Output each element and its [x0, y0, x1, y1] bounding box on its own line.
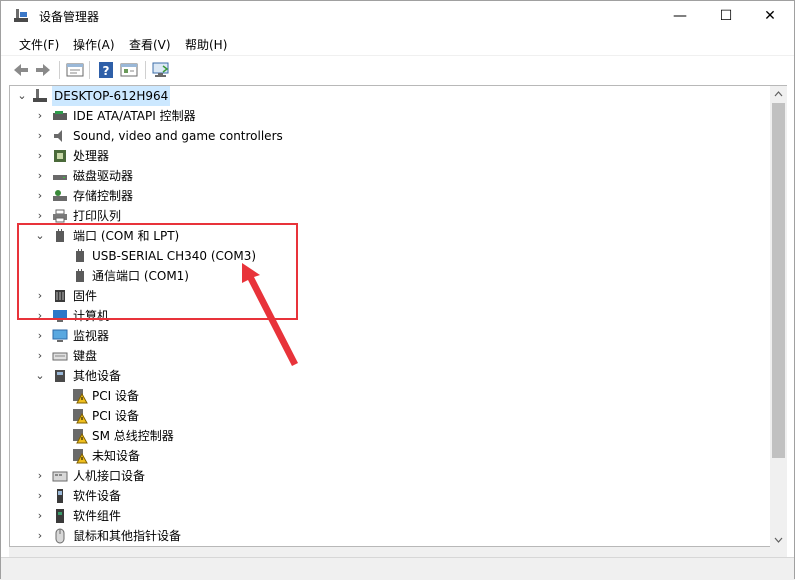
ide-controller-icon: [53, 111, 67, 120]
tree-item-label: Sound, video and game controllers: [73, 129, 283, 143]
computer-root-icon: [33, 89, 47, 102]
expand-chevron-icon[interactable]: ›: [34, 186, 46, 206]
collapse-chevron-icon[interactable]: ⌄: [16, 86, 28, 106]
forward-icon[interactable]: [33, 60, 53, 80]
expand-chevron-icon[interactable]: ›: [34, 166, 46, 186]
maximize-button[interactable]: ☐: [703, 1, 749, 31]
monitor-icon: [52, 329, 68, 342]
horizontal-scroll-area: [9, 547, 787, 557]
tree-item[interactable]: › 磁盘驱动器: [10, 166, 410, 186]
tree-root-label: DESKTOP-612H964: [52, 86, 171, 106]
collapse-chevron-icon[interactable]: ⌄: [34, 366, 46, 386]
expand-chevron-icon[interactable]: ›: [34, 466, 46, 486]
warning-device-icon: [73, 429, 88, 444]
back-icon[interactable]: [11, 60, 31, 80]
software-component-icon: [56, 509, 64, 523]
tree-item-label: 鼠标和其他指针设备: [73, 529, 182, 543]
tree-root[interactable]: ⌄ DESKTOP-612H964: [10, 86, 310, 106]
tree-child-label: PCI 设备: [92, 389, 139, 403]
printer-icon: [53, 209, 67, 223]
highlight-arrow-icon: [242, 263, 298, 366]
scroll-down-icon[interactable]: [774, 535, 783, 544]
tree-item-label: 存储控制器: [73, 189, 134, 203]
title-bar[interactable]: 设备管理器 — ☐ ✕: [1, 1, 794, 31]
software-device-icon: [57, 489, 63, 503]
disk-drive-icon: [53, 175, 67, 180]
device-manager-icon: [14, 9, 28, 22]
scroll-up-icon[interactable]: [774, 90, 783, 99]
tree-item-label: 软件设备: [73, 489, 122, 503]
tree-child-label: SM 总线控制器: [92, 429, 174, 443]
expand-chevron-icon[interactable]: ›: [34, 506, 46, 526]
tree-item-label: 软件组件: [73, 509, 122, 523]
expand-chevron-icon[interactable]: ›: [34, 126, 46, 146]
menu-bar: 文件(F) 操作(A) 查看(V) 帮助(H): [1, 31, 794, 55]
warning-device-icon: [73, 409, 88, 424]
storage-controller-icon: [53, 190, 67, 201]
minimize-button[interactable]: —: [657, 1, 703, 31]
help-icon[interactable]: ?: [96, 60, 116, 80]
menu-action[interactable]: 操作(A): [73, 36, 115, 53]
tree-item[interactable]: › 处理器: [10, 146, 410, 166]
menu-help[interactable]: 帮助(H): [185, 36, 227, 53]
tree-item[interactable]: › 软件设备: [10, 486, 410, 506]
svg-text:?: ?: [103, 64, 110, 78]
tree-item-label: 处理器: [73, 149, 110, 163]
tree-child-label: 未知设备: [92, 449, 141, 463]
tree-item-label: 键盘: [73, 349, 98, 363]
expand-chevron-icon[interactable]: ›: [34, 146, 46, 166]
scroll-thumb[interactable]: [772, 103, 785, 458]
cpu-icon: [54, 150, 66, 162]
speaker-icon: [54, 130, 62, 142]
expand-chevron-icon[interactable]: ›: [34, 346, 46, 366]
expand-chevron-icon[interactable]: ›: [34, 486, 46, 506]
scan-hardware-icon[interactable]: [151, 60, 171, 80]
tree-item-label: 磁盘驱动器: [73, 169, 134, 183]
tree-item[interactable]: › 人机接口设备: [10, 466, 410, 486]
tree-item-label: 监视器: [73, 329, 110, 343]
tree-child-item[interactable]: 未知设备: [10, 446, 410, 466]
status-bar: [1, 557, 794, 580]
expand-chevron-icon[interactable]: ›: [34, 326, 46, 346]
close-button[interactable]: ✕: [747, 1, 793, 31]
tree-item-label: 其他设备: [73, 369, 122, 383]
toolbar: ?: [1, 55, 794, 84]
tree-child-label: PCI 设备: [92, 409, 139, 423]
keyboard-icon: [52, 352, 68, 361]
tree-item[interactable]: › 鼠标和其他指针设备: [10, 526, 410, 546]
tree-item[interactable]: › 监视器: [10, 326, 410, 346]
tree-item-label: IDE ATA/ATAPI 控制器: [73, 109, 196, 123]
warning-device-icon: [73, 389, 88, 404]
warning-device-icon: [73, 449, 88, 464]
tree-item-label: 人机接口设备: [73, 469, 146, 483]
expand-chevron-icon[interactable]: ›: [34, 106, 46, 126]
tree-item-other-devices[interactable]: ⌄ 其他设备: [10, 366, 410, 386]
expand-chevron-icon[interactable]: ›: [34, 526, 46, 546]
tree-item[interactable]: › 键盘: [10, 346, 410, 366]
other-devices-icon: [55, 370, 65, 382]
tree-child-item[interactable]: PCI 设备: [10, 386, 410, 406]
vertical-scrollbar[interactable]: [770, 85, 787, 547]
tree-item[interactable]: › 软件组件: [10, 506, 410, 526]
tree-item[interactable]: › IDE ATA/ATAPI 控制器: [10, 106, 410, 126]
properties-view-icon[interactable]: [65, 60, 85, 80]
tree-item[interactable]: › Sound, video and game controllers: [10, 126, 410, 146]
hid-icon: [52, 471, 68, 482]
menu-view[interactable]: 查看(V): [129, 36, 171, 53]
menu-file[interactable]: 文件(F): [19, 36, 59, 53]
tree-child-item[interactable]: PCI 设备: [10, 406, 410, 426]
tree-child-item[interactable]: SM 总线控制器: [10, 426, 410, 446]
mouse-icon: [55, 528, 65, 544]
tree-item[interactable]: › 存储控制器: [10, 186, 410, 206]
window-title: 设备管理器: [39, 10, 100, 24]
device-properties-icon[interactable]: [119, 60, 139, 80]
